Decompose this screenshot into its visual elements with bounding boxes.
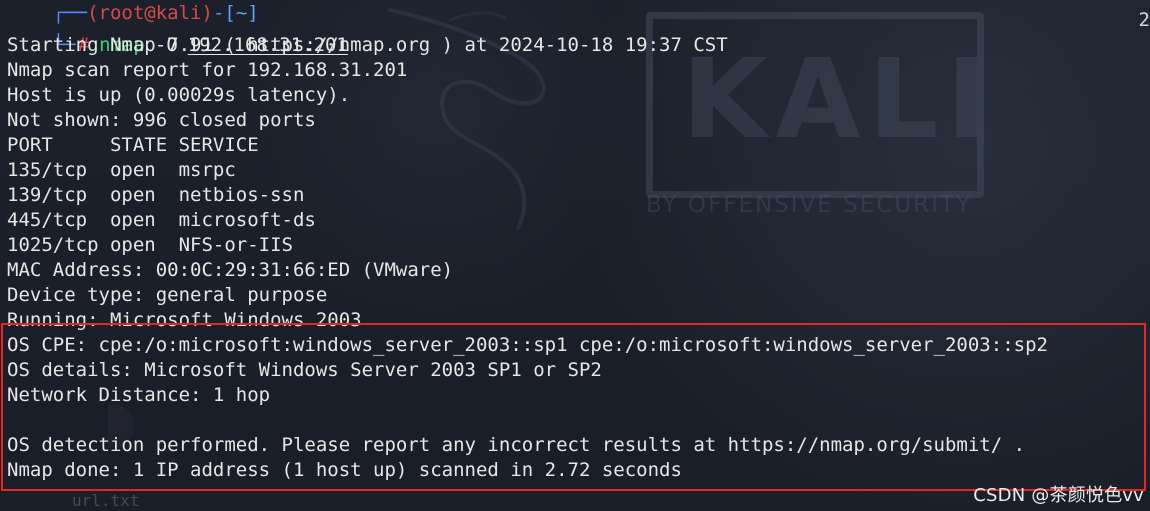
output-line: PORT STATE SERVICE [7, 134, 259, 156]
output-line: Not shown: 996 closed ports [7, 109, 316, 131]
output-line: 139/tcp open netbios-ssn [7, 184, 305, 206]
output-line: Nmap scan report for 192.168.31.201 [7, 59, 408, 81]
output-line: 135/tcp open msrpc [7, 159, 236, 181]
output-line: Starting Nmap 7.91 ( https://nmap.org ) … [7, 34, 728, 56]
line-counter: 2 [1138, 9, 1150, 31]
highlight-box [1, 323, 1146, 491]
command-line[interactable]: └─ # nmap -O 192.168.31.201 [7, 8, 348, 56]
output-line: 445/tcp open microsoft-ds [7, 209, 316, 231]
terminal-window[interactable]: ┌──(root@kali)-[~] └─ # nmap -O 192.168.31.2… [0, 0, 1150, 511]
output-line: Host is up (0.00029s latency). [7, 84, 351, 106]
output-line: Device type: general purpose [7, 284, 328, 306]
output-line: 1025/tcp open NFS-or-IIS [7, 234, 293, 256]
previous-prompt: ┌──(root@kali)-[~] [7, 0, 259, 23]
output-line: MAC Address: 00:0C:29:31:66:ED (VMware) [7, 259, 454, 281]
watermark: CSDN @茶颜悦色vv [973, 485, 1144, 506]
